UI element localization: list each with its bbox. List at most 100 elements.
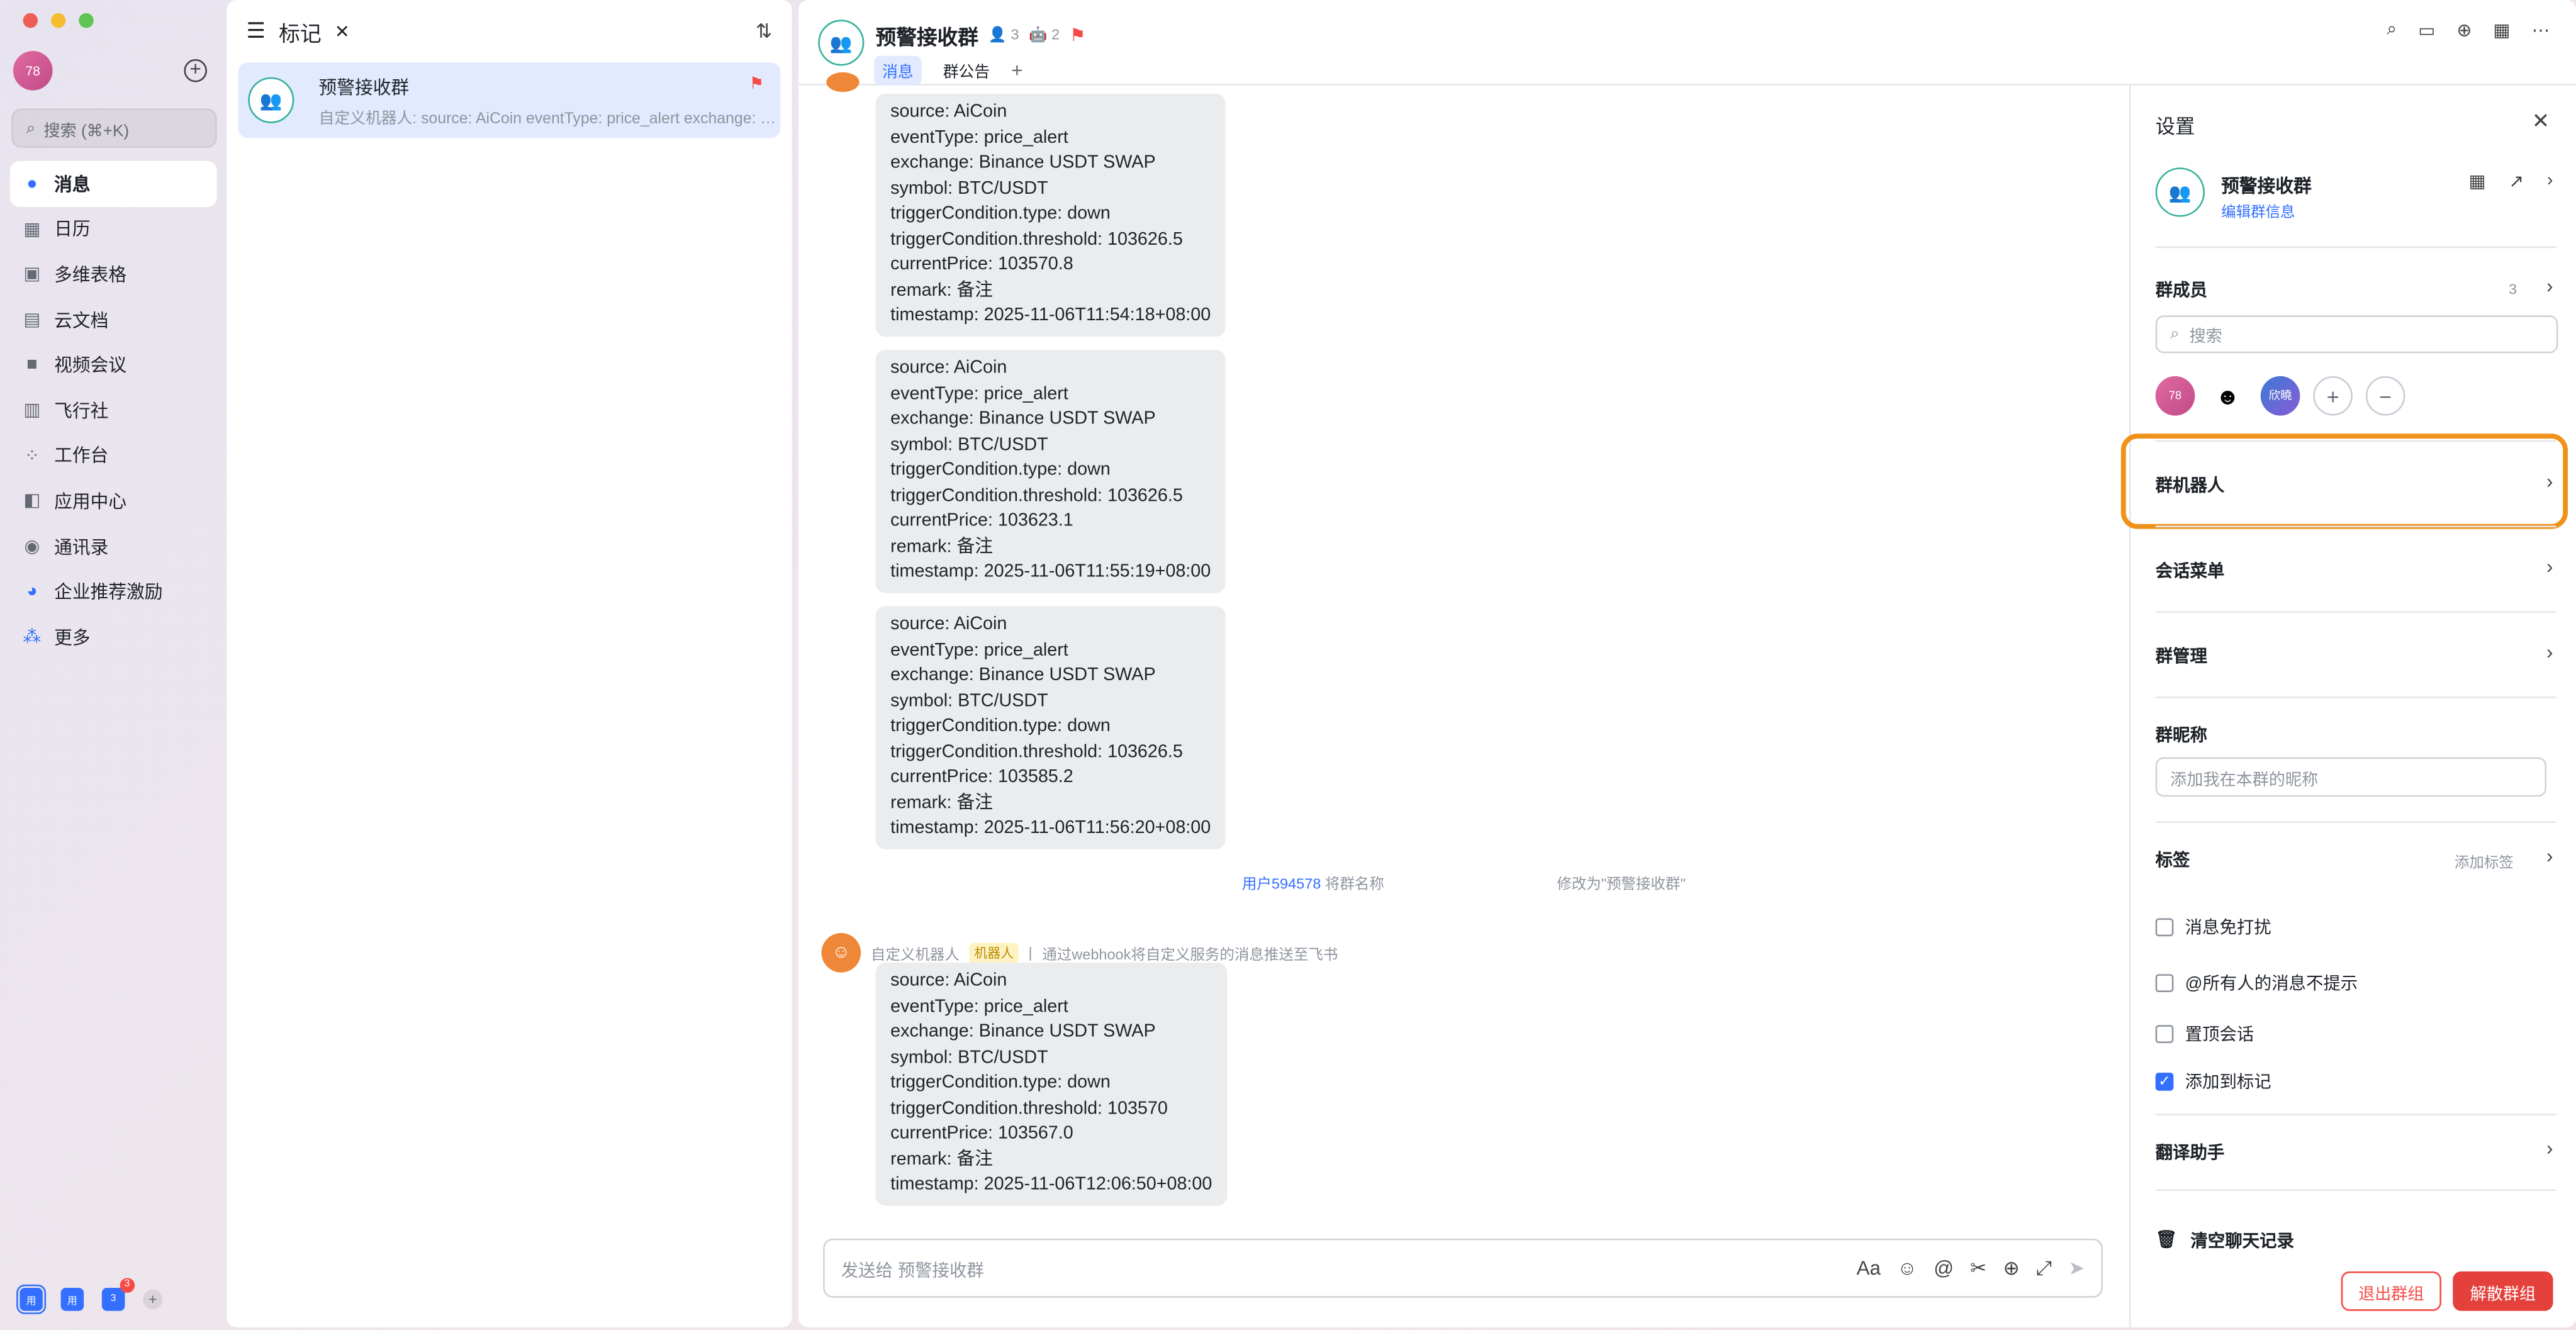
chat-menu-row[interactable]: 会话菜单 bbox=[2156, 559, 2225, 583]
edit-group-link[interactable]: 编辑群信息 bbox=[2221, 201, 2295, 222]
search-chat-icon[interactable]: ⌕ bbox=[2387, 20, 2397, 41]
add-app-button[interactable]: + bbox=[143, 1289, 163, 1309]
header-toolbar: ⌕ ▭ ⊕ ▦ ⋯ bbox=[2387, 20, 2550, 41]
bot-avatar-icon[interactable]: ☺ bbox=[821, 933, 861, 973]
bottom-app-bar: 用 用 33 + bbox=[16, 1278, 163, 1314]
avatar[interactable]: 欣曉 bbox=[2260, 376, 2300, 416]
add-icon[interactable]: + bbox=[184, 59, 207, 82]
group-avatar-icon[interactable]: 👥 bbox=[818, 20, 865, 66]
member-search-input[interactable]: ⌕ 搜索 bbox=[2155, 315, 2558, 354]
my-avatar[interactable]: 78 bbox=[13, 50, 53, 91]
bottom-app-3[interactable]: 33 bbox=[101, 1278, 135, 1311]
add-tab-icon[interactable]: + bbox=[1011, 59, 1022, 82]
option-label: 置顶会话 bbox=[2185, 1025, 2254, 1045]
workplace-icon: ⁘ bbox=[24, 446, 40, 467]
add-member-button[interactable]: + bbox=[2313, 376, 2353, 416]
tab-announcement[interactable]: 群公告 bbox=[935, 56, 999, 86]
message-bubble[interactable]: source: AiCoin eventType: price_alert ex… bbox=[875, 606, 1226, 849]
sidebar-item-workplace[interactable]: ⁘ 工作台 bbox=[10, 433, 217, 478]
add-tag-link[interactable]: 添加标签 bbox=[2455, 851, 2514, 872]
more-icon[interactable]: ⋯ bbox=[2532, 20, 2550, 41]
chevron-right-icon[interactable]: › bbox=[2546, 640, 2553, 664]
chevron-right-icon[interactable]: › bbox=[2546, 1137, 2553, 1160]
option-add-to-mark[interactable]: ✓ 添加到标记 bbox=[2155, 1070, 2271, 1094]
close-filter-icon[interactable]: ✕ bbox=[335, 21, 350, 42]
group-manage-row[interactable]: 群管理 bbox=[2156, 644, 2207, 669]
bot-name[interactable]: 自定义机器人 bbox=[871, 942, 960, 963]
checkbox[interactable] bbox=[2155, 974, 2174, 993]
qr-code-icon[interactable]: ▦ bbox=[2469, 171, 2486, 192]
option-pin[interactable]: 置顶会话 bbox=[2155, 1022, 2254, 1046]
message-bubble[interactable]: source: AiCoin eventType: price_alert ex… bbox=[875, 93, 1226, 336]
message-bubble[interactable]: source: AiCoin eventType: price_alert ex… bbox=[875, 963, 1227, 1205]
sidebar-item-base[interactable]: ▣ 多维表格 bbox=[10, 252, 217, 297]
mention-icon[interactable]: @ bbox=[1934, 1256, 1954, 1281]
composer-placeholder: 发送给 预警接收群 bbox=[841, 1261, 984, 1282]
tab-messages[interactable]: 消息 bbox=[874, 55, 922, 86]
message-bubble[interactable]: source: AiCoin eventType: price_alert ex… bbox=[875, 350, 1226, 593]
sidebar-item-label: 消息 bbox=[54, 175, 91, 196]
checkbox[interactable] bbox=[2155, 1025, 2174, 1043]
chevron-right-icon[interactable]: › bbox=[2547, 171, 2553, 193]
plus-icon[interactable]: ⊕ bbox=[2003, 1256, 2020, 1281]
avatar[interactable]: 78 bbox=[2155, 376, 2195, 416]
dissolve-group-button[interactable]: 解散群组 bbox=[2453, 1271, 2553, 1311]
group-name: 预警接收群 bbox=[2221, 177, 2312, 198]
system-message: 用户594578 将群名称 修改为"预警接收群" bbox=[798, 872, 2129, 893]
divider bbox=[2155, 246, 2556, 249]
nickname-label: 群昵称 bbox=[2155, 726, 2207, 746]
emoji-icon[interactable]: ☺ bbox=[1897, 1256, 1917, 1281]
system-text-before: 将群名称 bbox=[1324, 875, 1384, 892]
sidebar-item-more[interactable]: ⁂ 更多 bbox=[10, 614, 217, 659]
sidebar-item-video[interactable]: ■ 视频会议 bbox=[10, 342, 217, 388]
sort-icon[interactable]: ⇅ bbox=[756, 20, 772, 43]
search-input[interactable]: ⌕ 搜索 (⌘+K) bbox=[11, 108, 217, 148]
checkbox[interactable] bbox=[2155, 918, 2174, 937]
video-call-icon[interactable]: ▭ bbox=[2418, 20, 2435, 41]
option-label: 消息免打扰 bbox=[2185, 918, 2271, 938]
leave-group-button[interactable]: 退出群组 bbox=[2341, 1271, 2441, 1311]
list-item[interactable]: 👥 预警接收群 ⚑ 自定义机器人: source: AiCoin eventTy… bbox=[238, 62, 781, 138]
bottom-app-2[interactable]: 用 bbox=[60, 1288, 84, 1311]
expand-icon[interactable]: ⤢ bbox=[2036, 1256, 2052, 1281]
bot-count-value: 2 bbox=[1051, 26, 1060, 43]
collapse-list-icon[interactable]: ☰ bbox=[247, 18, 266, 45]
add-member-icon[interactable]: ⊕ bbox=[2456, 20, 2472, 41]
chevron-right-icon[interactable]: › bbox=[2546, 470, 2553, 493]
checkbox-checked[interactable]: ✓ bbox=[2155, 1072, 2174, 1091]
flag-icon[interactable]: ⚑ bbox=[1070, 25, 1086, 46]
message-composer[interactable]: 发送给 预警接收群 Aa ☺ @ ✂ ⊕ ⤢ ➤ bbox=[823, 1238, 2103, 1298]
clear-history-row[interactable]: 🗑 清空聊天记录 bbox=[2156, 1229, 2294, 1253]
close-icon[interactable]: ✕ bbox=[2532, 108, 2550, 135]
chevron-right-icon[interactable]: › bbox=[2546, 274, 2553, 298]
chevron-right-icon[interactable]: › bbox=[2546, 844, 2553, 868]
chevron-right-icon[interactable]: › bbox=[2546, 556, 2553, 579]
send-icon[interactable]: ➤ bbox=[2068, 1256, 2085, 1281]
option-label: @所有人的消息不提示 bbox=[2185, 974, 2358, 994]
bottom-app-1[interactable]: 用 bbox=[16, 1284, 47, 1314]
sidebar-item-calendar[interactable]: ▦ 日历 bbox=[10, 206, 217, 252]
sidebar-item-app-center[interactable]: ◧ 应用中心 bbox=[10, 478, 217, 523]
sidebar-item-contacts[interactable]: ◉ 通讯录 bbox=[10, 523, 217, 569]
scissors-icon[interactable]: ✂ bbox=[1970, 1256, 1986, 1281]
members-count: 3 bbox=[2508, 281, 2517, 298]
user-link[interactable]: 用户594578 bbox=[1242, 876, 1321, 892]
video-icon: ■ bbox=[26, 355, 38, 375]
option-mention-all[interactable]: @所有人的消息不提示 bbox=[2155, 971, 2358, 995]
text-format-icon[interactable]: Aa bbox=[1857, 1256, 1881, 1281]
sidebar-item-referral[interactable]: ◕ 企业推荐激励 bbox=[10, 569, 217, 614]
remove-member-button[interactable]: − bbox=[2365, 376, 2405, 416]
search-placeholder: 搜索 (⌘+K) bbox=[43, 122, 130, 141]
sidebar-item-book[interactable]: ▥ 飞行社 bbox=[10, 388, 217, 433]
calendar-icon[interactable]: ▦ bbox=[2493, 20, 2510, 41]
nickname-input[interactable]: 添加我在本群的昵称 bbox=[2155, 757, 2547, 797]
translate-row[interactable]: 翻译助手 bbox=[2156, 1140, 2225, 1165]
avatar[interactable]: ☻ bbox=[2208, 376, 2248, 416]
option-mute[interactable]: 消息免打扰 bbox=[2155, 915, 2271, 939]
sidebar-item-messages[interactable]: ● 消息 bbox=[9, 160, 217, 206]
share-icon[interactable]: ↗ bbox=[2509, 171, 2524, 192]
chat-title[interactable]: 预警接收群 👤 3 🤖 2 ⚑ bbox=[876, 20, 1086, 51]
sidebar-item-docs[interactable]: ▤ 云文档 bbox=[10, 297, 217, 342]
bot-tag: 机器人 bbox=[969, 942, 1019, 964]
group-bots-row[interactable]: 群机器人 bbox=[2156, 473, 2225, 498]
